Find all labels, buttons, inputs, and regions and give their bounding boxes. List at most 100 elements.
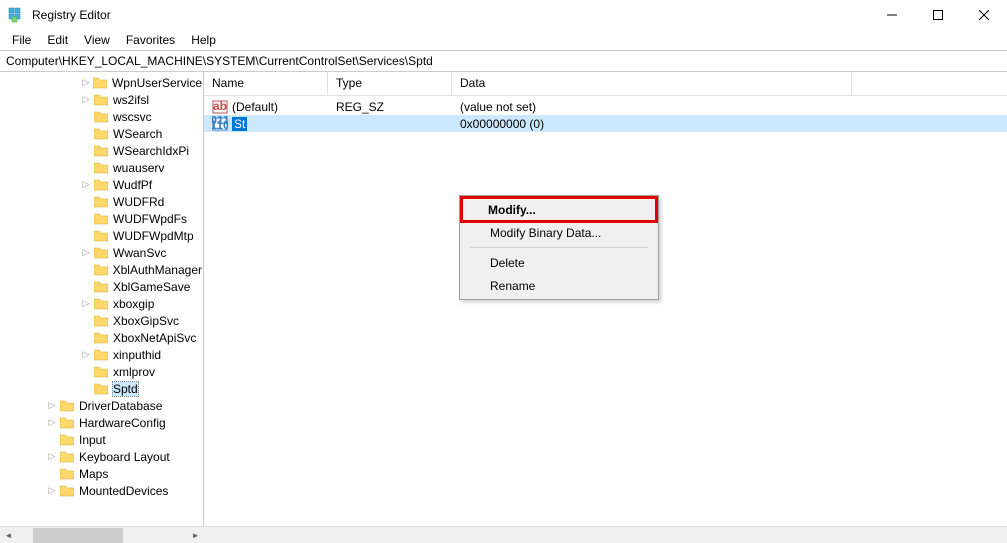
folder-icon — [93, 178, 109, 192]
scroll-thumb[interactable] — [33, 528, 123, 543]
tree-item[interactable]: wuauserv — [0, 159, 203, 176]
string-value-icon: ab — [212, 99, 228, 115]
menu-help[interactable]: Help — [183, 31, 224, 49]
tree-label: WUDFRd — [112, 195, 165, 209]
context-menu-item[interactable]: Modify Binary Data... — [462, 221, 656, 244]
tree-item[interactable]: XboxNetApiSvc — [0, 329, 203, 346]
expand-icon[interactable]: ▷ — [46, 451, 58, 462]
value-type: REG_SZ — [328, 100, 452, 114]
folder-icon — [59, 399, 75, 413]
tree-item[interactable]: ▷ xinputhid — [0, 346, 203, 363]
folder-icon — [93, 280, 109, 294]
expand-icon[interactable]: ▷ — [46, 417, 58, 428]
tree-item[interactable]: WSearch — [0, 125, 203, 142]
tree-item[interactable]: Input — [0, 431, 203, 448]
tree-item[interactable]: ▷HardwareConfig — [0, 414, 203, 431]
tree-item[interactable]: Sptd — [0, 380, 203, 397]
folder-icon — [93, 229, 109, 243]
tree-label: DriverDatabase — [78, 399, 163, 413]
expand-icon[interactable]: ▷ — [80, 94, 92, 105]
list-row[interactable]: ab(Default)REG_SZ(value not set) — [204, 98, 1007, 115]
tree-item[interactable]: ▷WpnUserService — [0, 74, 203, 91]
scroll-right-button[interactable]: ► — [187, 528, 204, 543]
list-pane[interactable]: Name Type Data ab(Default)REG_SZ(value n… — [204, 72, 1007, 526]
tree-item[interactable]: WUDFWpdMtp — [0, 227, 203, 244]
context-menu-item[interactable]: Delete — [462, 251, 656, 274]
value-data: 0x00000000 (0) — [452, 117, 852, 131]
tree-item[interactable]: wscsvc — [0, 108, 203, 125]
tree-item[interactable]: XblGameSave — [0, 278, 203, 295]
tree-item[interactable]: ▷ WudfPf — [0, 176, 203, 193]
tree-item[interactable]: ▷ MountedDevices — [0, 482, 203, 499]
tree-label: WwanSvc — [112, 246, 167, 260]
horizontal-scrollbar-area: ◄ ► — [0, 526, 1007, 543]
folder-icon — [93, 212, 109, 226]
expand-icon[interactable]: ▷ — [80, 247, 92, 258]
column-data[interactable]: Data — [452, 72, 852, 95]
tree-label: ws2ifsl — [112, 93, 150, 107]
value-name: St — [232, 117, 247, 131]
tree-label: Input — [78, 433, 107, 447]
tree-label: WUDFWpdMtp — [112, 229, 195, 243]
tree-label: WSearchIdxPi — [112, 144, 190, 158]
tree-label: MountedDevices — [78, 484, 169, 498]
folder-icon — [93, 161, 109, 175]
address-path: Computer\HKEY_LOCAL_MACHINE\SYSTEM\Curre… — [6, 54, 433, 68]
expand-icon[interactable]: ▷ — [46, 485, 58, 496]
tree-item[interactable]: Maps — [0, 465, 203, 482]
expand-icon[interactable]: ▷ — [80, 77, 92, 88]
expand-icon[interactable]: ▷ — [80, 179, 92, 190]
tree-item[interactable]: ▷ DriverDatabase — [0, 397, 203, 414]
binary-value-icon: 011110 — [212, 116, 228, 132]
tree-pane[interactable]: ▷WpnUserService▷ws2ifslwscsvcWSearchWSea… — [0, 72, 204, 526]
context-separator — [470, 247, 648, 248]
tree-item[interactable]: WUDFRd — [0, 193, 203, 210]
tree-label: Maps — [78, 467, 109, 481]
tree-label: WudfPf — [112, 178, 153, 192]
tree-item[interactable]: ▷Keyboard Layout — [0, 448, 203, 465]
menu-file[interactable]: File — [4, 31, 39, 49]
folder-icon — [59, 450, 75, 464]
tree-item[interactable]: ▷ ws2ifsl — [0, 91, 203, 108]
scroll-left-button[interactable]: ◄ — [0, 528, 17, 543]
tree-item[interactable]: xmlprov — [0, 363, 203, 380]
folder-icon — [93, 76, 108, 90]
column-type[interactable]: Type — [328, 72, 452, 95]
folder-icon — [93, 93, 109, 107]
tree-label: wscsvc — [112, 110, 153, 124]
address-bar[interactable]: Computer\HKEY_LOCAL_MACHINE\SYSTEM\Curre… — [0, 50, 1007, 72]
content-area: ▷WpnUserService▷ws2ifslwscsvcWSearchWSea… — [0, 72, 1007, 526]
expand-icon[interactable]: ▷ — [80, 298, 92, 309]
context-menu-item[interactable]: Modify... — [460, 196, 658, 223]
folder-icon — [93, 110, 109, 124]
menu-edit[interactable]: Edit — [39, 31, 76, 49]
tree-item[interactable]: ▷ xboxgip — [0, 295, 203, 312]
tree-item[interactable]: WSearchIdxPi — [0, 142, 203, 159]
tree-label: XboxGipSvc — [112, 314, 180, 328]
folder-icon — [59, 433, 75, 447]
expand-icon[interactable]: ▷ — [46, 400, 58, 411]
expand-icon[interactable]: ▷ — [80, 349, 92, 360]
tree-label: WUDFWpdFs — [112, 212, 188, 226]
context-menu-item[interactable]: Rename — [462, 274, 656, 297]
svg-text:110: 110 — [212, 118, 228, 132]
column-name[interactable]: Name — [204, 72, 328, 95]
folder-icon — [93, 365, 109, 379]
close-button[interactable] — [961, 0, 1007, 30]
tree-label: XblGameSave — [112, 280, 191, 294]
title-bar: Registry Editor — [0, 0, 1007, 30]
maximize-button[interactable] — [915, 0, 961, 30]
horizontal-scrollbar[interactable]: ◄ ► — [0, 527, 204, 543]
folder-icon — [93, 331, 109, 345]
tree-item[interactable]: XblAuthManager — [0, 261, 203, 278]
tree-label: xinputhid — [112, 348, 162, 362]
menu-favorites[interactable]: Favorites — [118, 31, 183, 49]
tree-item[interactable]: ▷ WwanSvc — [0, 244, 203, 261]
menu-view[interactable]: View — [76, 31, 118, 49]
minimize-button[interactable] — [869, 0, 915, 30]
tree-label: wuauserv — [112, 161, 165, 175]
tree-label: xboxgip — [112, 297, 155, 311]
tree-item[interactable]: XboxGipSvc — [0, 312, 203, 329]
list-row[interactable]: 011110 St 0x00000000 (0) — [204, 115, 1007, 132]
tree-item[interactable]: WUDFWpdFs — [0, 210, 203, 227]
